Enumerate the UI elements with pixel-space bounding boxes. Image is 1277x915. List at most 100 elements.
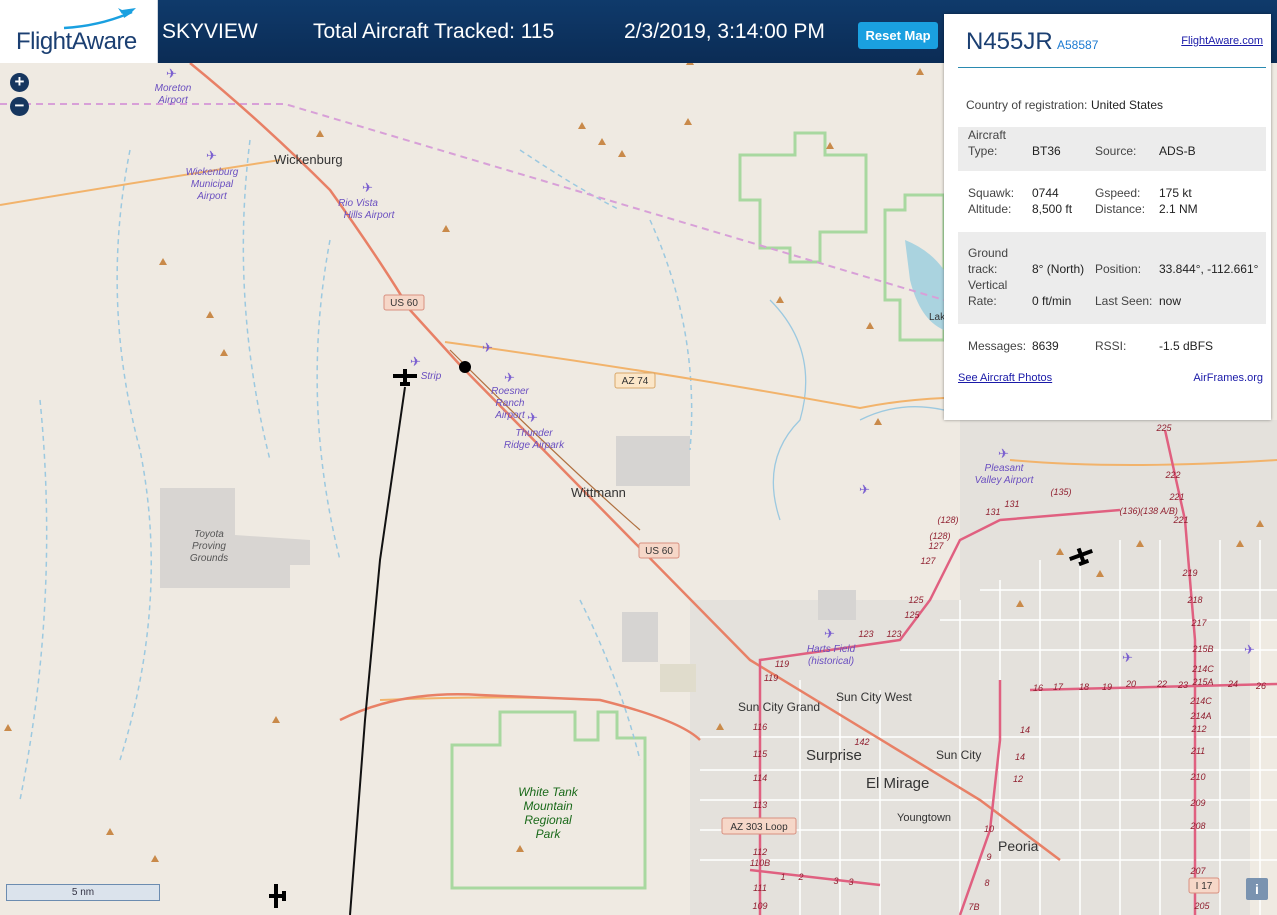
place-label: Sun City (936, 748, 981, 762)
vertical-rate-label-2: Rate: (968, 294, 997, 308)
grounds-label: Proving (192, 541, 226, 552)
svg-text:(128): (128) (929, 531, 950, 541)
country-value: United States (1091, 98, 1164, 112)
road-shield-label: I 17 (1196, 881, 1213, 892)
svg-text:(135): (135) (1050, 487, 1071, 497)
svg-text:113: 113 (753, 800, 767, 810)
svg-text:14: 14 (1015, 752, 1025, 762)
svg-text:14: 14 (1020, 725, 1030, 735)
svg-text:✈: ✈ (998, 446, 1009, 461)
place-label: Youngtown (897, 812, 951, 824)
svg-text:16: 16 (1033, 683, 1043, 693)
park-label: White Tank (518, 785, 579, 799)
grounds-label: Toyota (194, 529, 224, 540)
squawk-speed-row: Squawk: 0744 Gspeed: 175 kt Altitude: 8,… (958, 186, 1266, 220)
svg-text:(138 A/B): (138 A/B) (1140, 506, 1178, 516)
aircraft-ident: N455JR (966, 28, 1053, 55)
squawk-label: Squawk: (968, 186, 1015, 200)
airport-label: Strip (421, 371, 442, 382)
svg-text:127: 127 (928, 541, 944, 551)
aircraft-type-label: Aircraft (968, 128, 1007, 142)
last-seen-value: now (1159, 294, 1182, 308)
panel-divider (958, 67, 1266, 68)
svg-text:✈: ✈ (1122, 650, 1133, 665)
svg-text:221: 221 (1172, 515, 1188, 525)
airport-label: Thunder (515, 428, 553, 439)
svg-text:131: 131 (1004, 499, 1019, 509)
place-label: Peoria (998, 838, 1039, 854)
svg-text:225: 225 (1155, 423, 1172, 433)
svg-text:222: 222 (1164, 470, 1180, 480)
svg-text:✈: ✈ (859, 482, 870, 497)
svg-text:26: 26 (1255, 681, 1266, 691)
svg-text:10: 10 (984, 824, 994, 834)
svg-text:✈: ✈ (504, 370, 515, 385)
svg-text:1: 1 (780, 872, 785, 882)
svg-text:✈: ✈ (410, 354, 421, 369)
svg-text:123: 123 (858, 629, 873, 639)
svg-text:214C: 214C (1191, 664, 1214, 674)
svg-text:17: 17 (1053, 682, 1064, 692)
ground-track-label: Ground (968, 246, 1009, 260)
svg-text:211: 211 (1190, 746, 1205, 756)
park-label: Mountain (523, 799, 573, 813)
park-label: Regional (524, 813, 572, 827)
position-value: 33.844°, -112.661° (1159, 262, 1259, 276)
receiver-location-marker (459, 361, 471, 373)
aircraft-type-value: BT36 (1032, 144, 1061, 158)
svg-text:✈: ✈ (1244, 642, 1255, 657)
svg-text:3: 3 (848, 877, 853, 887)
road-shield-label: US 60 (390, 298, 418, 309)
svg-text:207: 207 (1189, 866, 1206, 876)
aircraft-info-panel: N455JR A58587 FlightAware.com Country of… (944, 14, 1271, 420)
flightaware-link[interactable]: FlightAware.com (1181, 35, 1263, 47)
svg-text:110B: 110B (750, 858, 770, 868)
svg-text:214A: 214A (1189, 711, 1211, 721)
airport-label: Rio Vista (338, 198, 378, 209)
road-shield-label: AZ 303 Loop (730, 822, 788, 833)
zoom-in-button[interactable]: + (10, 73, 29, 92)
svg-text:22: 22 (1156, 679, 1167, 689)
svg-text:9: 9 (986, 852, 991, 862)
svg-text:116: 116 (753, 722, 767, 732)
airport-label: Ranch (496, 398, 525, 409)
airport-label: Wickenburg (186, 167, 239, 178)
svg-text:221: 221 (1168, 492, 1184, 502)
info-button[interactable]: i (1246, 878, 1268, 900)
svg-text:(128): (128) (937, 515, 958, 525)
airframes-link[interactable]: AirFrames.org (1193, 372, 1263, 384)
grounds-label: Grounds (190, 553, 228, 564)
track-position-row: Ground track: 8° (North) Position: 33.84… (958, 232, 1266, 324)
flightaware-logo[interactable]: FlightAware (0, 0, 158, 63)
place-label: Surprise (806, 747, 862, 764)
road-shield-label: US 60 (645, 546, 673, 557)
svg-text:114: 114 (753, 773, 767, 783)
svg-text:218: 218 (1186, 595, 1202, 605)
svg-text:119: 119 (775, 659, 789, 669)
aircraft-photos-link[interactable]: See Aircraft Photos (958, 372, 1052, 384)
svg-text:125: 125 (908, 595, 924, 605)
vertical-rate-label: Vertical (968, 278, 1008, 292)
zoom-out-button[interactable]: − (10, 97, 29, 116)
svg-text:109: 109 (752, 901, 767, 911)
svg-text:20: 20 (1125, 679, 1136, 689)
svg-text:✈: ✈ (482, 340, 493, 355)
svg-text:127: 127 (920, 556, 936, 566)
messages-rssi-row: Messages: 8639 RSSI: -1.5 dBFS (958, 339, 1266, 355)
datetime-display: 2/3/2019, 3:14:00 PM (624, 20, 825, 43)
svg-text:217: 217 (1190, 618, 1207, 628)
svg-text:219: 219 (1181, 568, 1197, 578)
road-shield-label: AZ 74 (622, 376, 649, 387)
airport-label: Harts Field (807, 644, 856, 655)
type-source-row: Aircraft Type: BT36 Source: ADS-B (958, 127, 1266, 171)
gspeed-value: 175 kt (1159, 186, 1192, 200)
svg-text:119: 119 (764, 673, 778, 683)
reset-map-button[interactable]: Reset Map (858, 22, 938, 49)
messages-value: 8639 (1032, 339, 1059, 353)
altitude-value: 8,500 ft (1032, 202, 1073, 216)
country-label: Country of registration: (966, 98, 1088, 112)
svg-text:115: 115 (753, 749, 768, 759)
airport-label: Roesner (491, 386, 529, 397)
svg-text:142: 142 (854, 737, 869, 747)
aircraft-hex-code[interactable]: A58587 (1057, 38, 1098, 52)
